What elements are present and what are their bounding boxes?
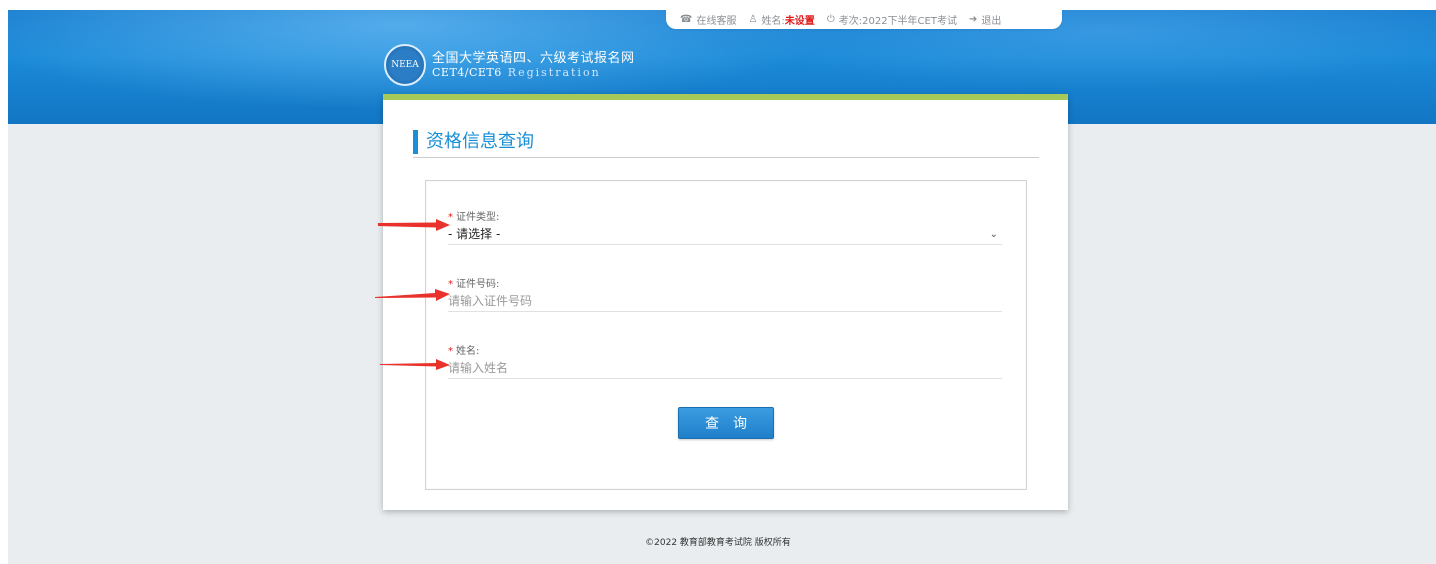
annotation-arrow [380,359,450,370]
main-card: 资格信息查询 * 证件类型: - 请选择 - ⌄ * 证件号码: 请输入证件号码 *… [383,94,1068,510]
site-brand[interactable]: NEEA 全国大学英语四、六级考试报名网 CET4/CET6 Registrati… [384,44,635,86]
logout-label: 退出 [981,16,1002,27]
name-placeholder: 请输入姓名 [448,361,509,375]
query-form: * 证件类型: - 请选择 - ⌄ * 证件号码: 请输入证件号码 * 姓名: 请输入… [425,180,1027,490]
id-type-label-text: 证件类型: [456,212,500,223]
name-label-text: 姓名: [456,346,480,357]
id-number-field: * 证件号码: 请输入证件号码 [448,278,1002,312]
online-service-link[interactable]: ☎ 在线客服 [680,12,736,27]
id-type-selected-value: - 请选择 - [448,227,501,241]
name-label: 姓名: [761,16,785,27]
name-input[interactable]: 请输入姓名 [448,359,1002,379]
id-number-placeholder: 请输入证件号码 [448,294,533,308]
site-subtitle-registration: Registration [507,66,601,79]
footer-copyright: ©2022 教育部教育考试院 版权所有 [645,538,791,548]
exam-label: 考次: [838,16,863,27]
logout-icon: ➜ [968,14,978,25]
site-subtitle-cet: CET4/CET6 [432,66,502,79]
annotation-arrow [375,289,450,301]
page-title: 资格信息查询 [413,130,534,154]
power-icon: ⏻ [826,14,835,25]
id-number-label-text: 证件号码: [456,279,500,290]
site-subtitle: CET4/CET6 Registration [432,66,635,79]
exam-session-info: ⏻ 考次: 2022下半年CET考试 [827,12,957,27]
id-number-input[interactable]: 请输入证件号码 [448,292,1002,312]
neea-logo: NEEA [384,44,426,86]
query-button-label: 查询 [705,416,761,432]
required-mark: * [448,346,453,357]
site-title: 全国大学英语四、六级考试报名网 [432,51,635,66]
chevron-down-icon: ⌄ [989,229,998,240]
title-divider [413,157,1039,158]
name-value: 未设置 [784,16,815,27]
id-number-label: * 证件号码: [448,278,1002,292]
user-name-info: ♙ 姓名: 未设置 [748,12,814,27]
id-type-label: * 证件类型: [448,211,1002,225]
user-toolbar: ☎ 在线客服 ♙ 姓名: 未设置 ⏻ 考次: 2022下半年CET考试 ➜ 退出 [666,10,1062,29]
logo-text: NEEA [391,60,419,70]
name-label: * 姓名: [448,345,1002,359]
annotation-arrow [378,219,450,231]
id-type-field: * 证件类型: - 请选择 - ⌄ [448,211,1002,245]
headset-icon: ☎ [680,14,693,25]
logout-link[interactable]: ➜ 退出 [969,12,1001,27]
id-type-select[interactable]: - 请选择 - ⌄ [448,225,1002,245]
exam-value: 2022下半年CET考试 [862,16,957,27]
online-service-label: 在线客服 [696,16,737,27]
name-field: * 姓名: 请输入姓名 [448,345,1002,379]
user-icon: ♙ [748,14,758,25]
query-button[interactable]: 查询 [678,407,774,439]
